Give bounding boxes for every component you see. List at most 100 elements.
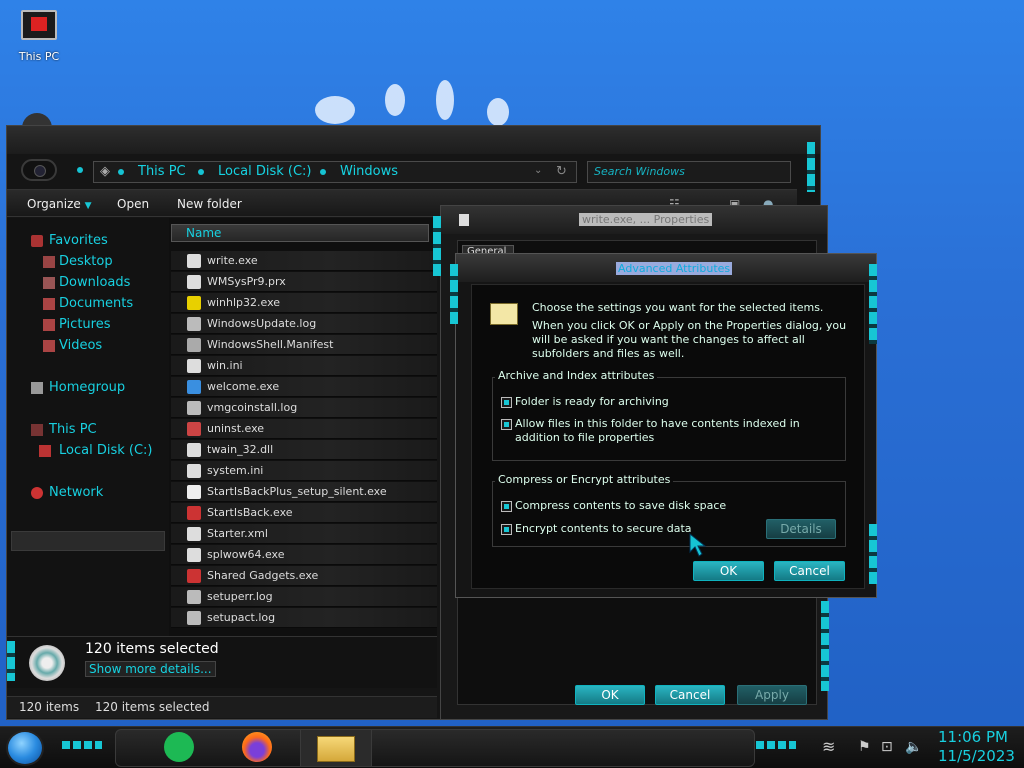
- chevron-down-icon[interactable]: ⌄: [534, 165, 542, 176]
- show-desktop-grip-icon[interactable]: ≋: [822, 737, 835, 756]
- properties-cancel-button[interactable]: Cancel: [655, 685, 725, 705]
- file-row[interactable]: system.ini: [171, 461, 437, 481]
- file-row[interactable]: vmgcoinstall.log: [171, 398, 437, 418]
- encrypt-checkbox[interactable]: [501, 524, 512, 535]
- nav-videos[interactable]: Videos: [7, 337, 167, 357]
- downloads-icon: [43, 277, 55, 289]
- file-icon: [187, 548, 201, 562]
- file-row[interactable]: WindowsUpdate.log: [171, 314, 437, 334]
- archive-group-label: Archive and Index attributes: [495, 369, 658, 382]
- pane-edge-decoration: [7, 641, 15, 681]
- properties-apply-button[interactable]: Apply: [737, 685, 807, 705]
- file-row[interactable]: WindowsShell.Manifest: [171, 335, 437, 355]
- nav-this-pc[interactable]: This PC: [7, 421, 167, 441]
- breadcrumb-local-disk[interactable]: Local Disk (C:): [218, 164, 311, 179]
- address-bar[interactable]: ◈ This PC Local Disk (C:) Windows ⌄ ↻: [93, 161, 577, 183]
- open-button[interactable]: Open: [117, 197, 149, 211]
- volume-icon[interactable]: 🔈: [905, 739, 922, 755]
- nav-dot-icon: [77, 167, 83, 173]
- file-row[interactable]: write.exe: [171, 251, 437, 271]
- file-row[interactable]: StartIsBack.exe: [171, 503, 437, 523]
- file-icon: [187, 338, 201, 352]
- file-name: StartIsBackPlus_setup_silent.exe: [207, 485, 387, 498]
- dialog-edge-decoration: [869, 524, 877, 584]
- archive-ready-checkbox[interactable]: [501, 397, 512, 408]
- index-allow-checkbox[interactable]: [501, 419, 512, 430]
- file-name: setuperr.log: [207, 590, 273, 603]
- compress-group-label: Compress or Encrypt attributes: [495, 473, 674, 486]
- file-list: Name write.exe WMSysPr9.prx winhlp32.exe Wi…: [169, 218, 437, 636]
- column-header-name[interactable]: Name: [171, 224, 429, 242]
- nav-favorites[interactable]: Favorites: [7, 232, 167, 252]
- new-folder-button[interactable]: New folder: [177, 197, 242, 211]
- show-more-details-link[interactable]: Show more details...: [85, 661, 216, 677]
- file-icon: [187, 254, 201, 268]
- advanced-body: Choose the settings you want for the sel…: [471, 284, 865, 589]
- file-name: splwow64.exe: [207, 548, 285, 561]
- search-input[interactable]: Search Windows: [587, 161, 791, 183]
- file-row[interactable]: Shared Gadgets.exe: [171, 566, 437, 586]
- clock-date[interactable]: 11/5/2023: [938, 747, 1015, 765]
- compress-checkbox[interactable]: [501, 501, 512, 512]
- nav-desktop[interactable]: Desktop: [7, 253, 167, 273]
- spotify-icon[interactable]: [164, 732, 194, 762]
- file-row[interactable]: setuperr.log: [171, 587, 437, 607]
- file-name: winhlp32.exe: [207, 296, 281, 309]
- refresh-icon[interactable]: ↻: [556, 164, 567, 179]
- file-row[interactable]: Starter.xml: [171, 524, 437, 544]
- intro-line-1: Choose the settings you want for the sel…: [532, 301, 824, 314]
- nav-documents[interactable]: Documents: [7, 295, 167, 315]
- nav-network[interactable]: Network: [7, 484, 167, 504]
- file-row[interactable]: StartIsBackPlus_setup_silent.exe: [171, 482, 437, 502]
- desktop-icon-this-pc[interactable]: This PC: [14, 8, 64, 78]
- network-icon: [31, 487, 43, 499]
- file-icon: [187, 590, 201, 604]
- file-icon: [187, 296, 201, 310]
- advanced-cancel-button[interactable]: Cancel: [774, 561, 845, 581]
- selection-summary: 120 items selected: [85, 641, 219, 657]
- nav-pictures[interactable]: Pictures: [7, 316, 167, 336]
- nav-label: Pictures: [59, 317, 111, 332]
- network-tray-icon[interactable]: ⊡: [881, 739, 893, 755]
- details-button[interactable]: Details: [766, 519, 836, 539]
- file-name: welcome.exe: [207, 380, 280, 393]
- file-icon: [187, 275, 201, 289]
- file-row[interactable]: twain_32.dll: [171, 440, 437, 460]
- properties-ok-button[interactable]: OK: [575, 685, 645, 705]
- file-row[interactable]: uninst.exe: [171, 419, 437, 439]
- organize-label: Organize: [27, 197, 81, 211]
- file-name: win.ini: [207, 359, 243, 372]
- file-row[interactable]: setupact.log: [171, 608, 437, 628]
- file-row[interactable]: winhlp32.exe: [171, 293, 437, 313]
- nav-downloads[interactable]: Downloads: [7, 274, 167, 294]
- clock-time[interactable]: 11:06 PM: [938, 728, 1008, 746]
- breadcrumb-separator: [320, 169, 326, 175]
- file-row[interactable]: welcome.exe: [171, 377, 437, 397]
- taskbar-explorer-button[interactable]: [300, 729, 372, 767]
- intro-line-2: When you click OK or Apply on the Proper…: [532, 319, 847, 360]
- file-name: Shared Gadgets.exe: [207, 569, 319, 582]
- file-row[interactable]: splwow64.exe: [171, 545, 437, 565]
- file-row[interactable]: WMSysPr9.prx: [171, 272, 437, 292]
- file-row[interactable]: win.ini: [171, 356, 437, 376]
- breadcrumb-windows[interactable]: Windows: [340, 164, 398, 179]
- advanced-title-bar[interactable]: Advanced Attributes: [456, 254, 876, 282]
- start-button[interactable]: [6, 730, 44, 766]
- flag-icon[interactable]: ⚑: [858, 739, 871, 755]
- file-icon: [187, 485, 201, 499]
- firefox-icon[interactable]: [242, 732, 272, 762]
- organize-button[interactable]: Organize ▼: [27, 197, 92, 211]
- nav-homegroup[interactable]: Homegroup: [7, 379, 167, 399]
- breadcrumb-this-pc[interactable]: This PC: [138, 164, 186, 179]
- nav-local-disk[interactable]: Local Disk (C:): [7, 442, 167, 462]
- file-name: StartIsBack.exe: [207, 506, 293, 519]
- desktop-icon: [43, 256, 55, 268]
- properties-title-bar[interactable]: write.exe, ... Properties: [441, 206, 827, 234]
- mouse-pointer-icon: [689, 532, 707, 557]
- advanced-ok-button[interactable]: OK: [693, 561, 764, 581]
- back-forward-orb[interactable]: [21, 159, 57, 181]
- taskbar-decoration: [62, 741, 102, 749]
- selected-count: 120 items selected: [95, 700, 210, 714]
- file-icon: [187, 527, 201, 541]
- file-icon: [187, 443, 201, 457]
